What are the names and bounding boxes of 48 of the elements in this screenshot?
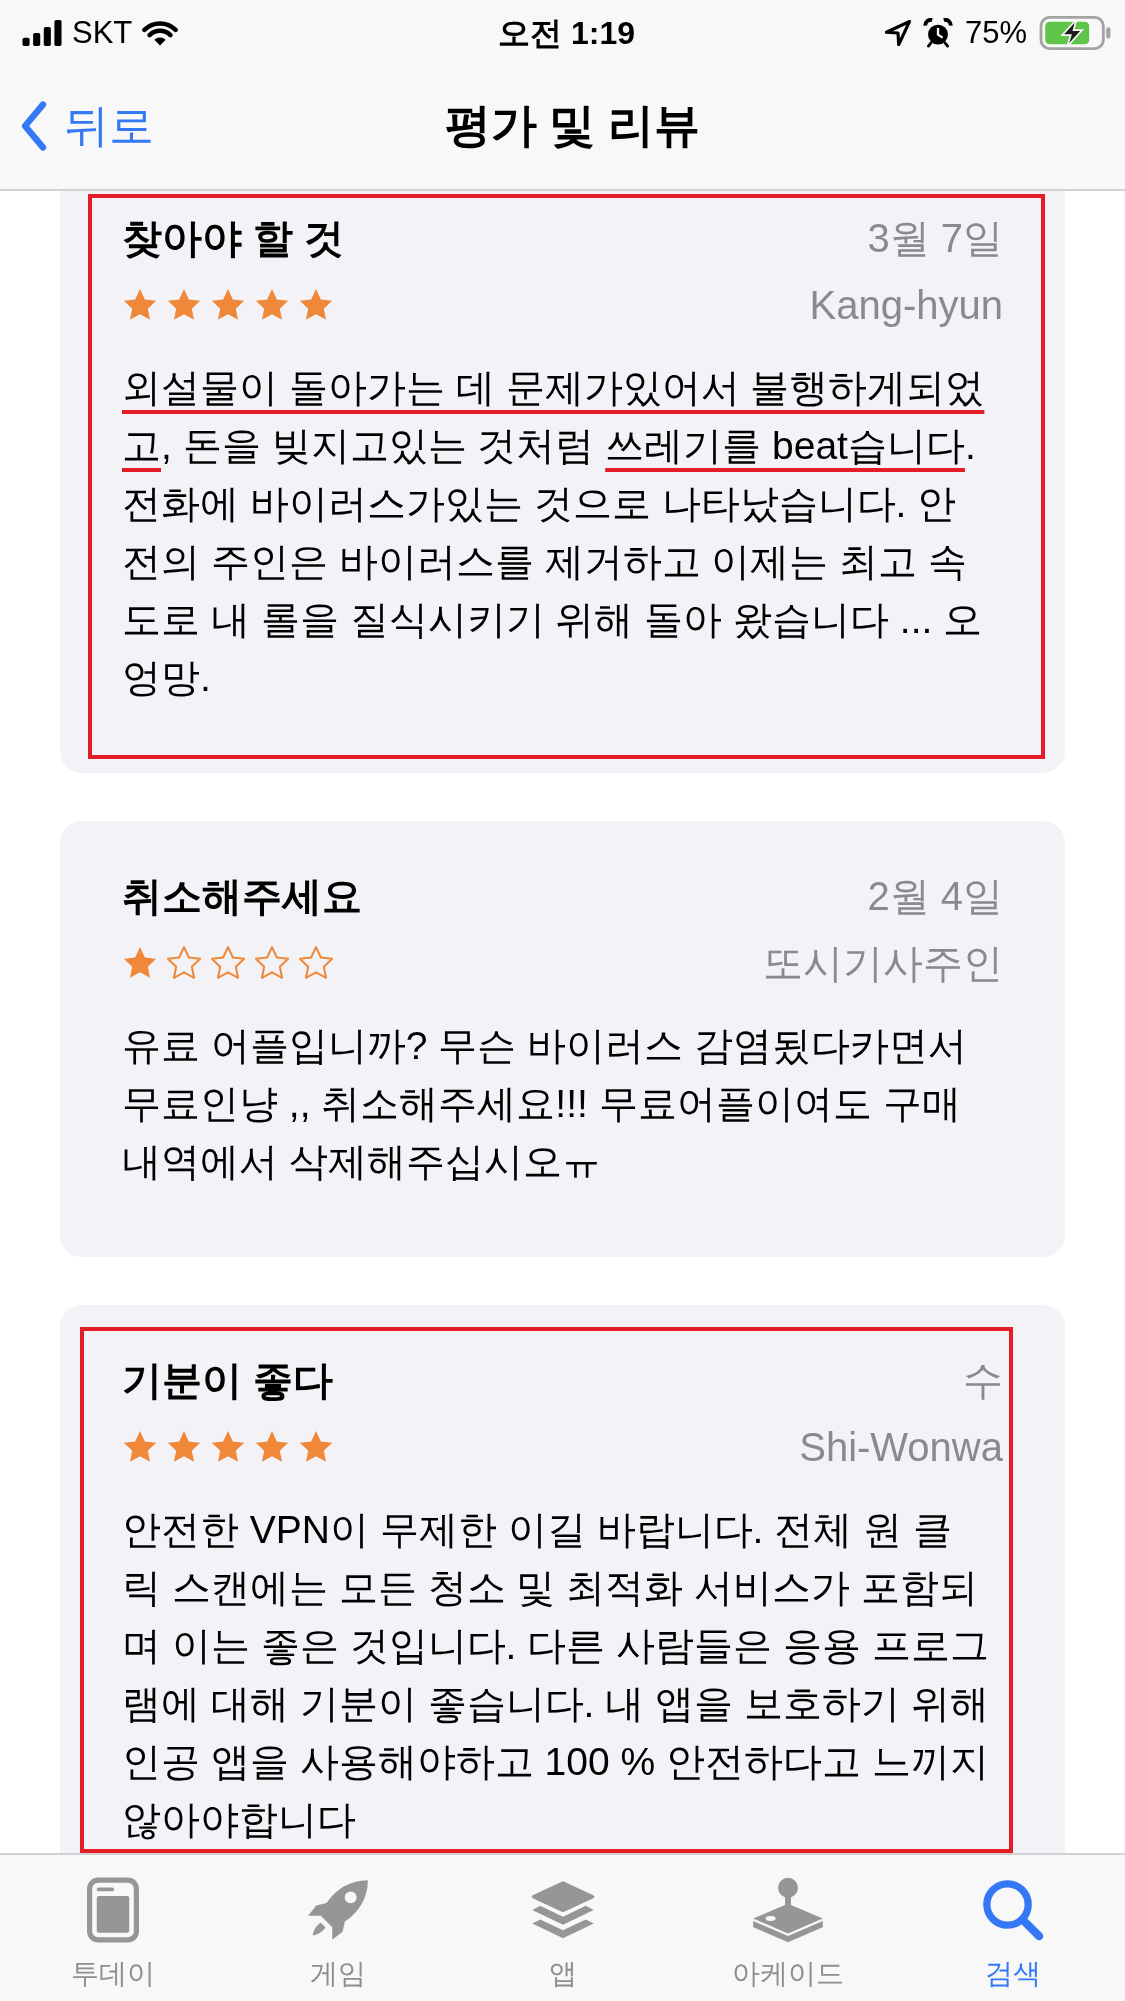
review-author: Kang-hyun <box>809 282 1003 329</box>
review-author: 또시기사주인 <box>763 940 1003 987</box>
star-icon <box>122 287 158 323</box>
review-title: 기분이 좋다 <box>122 1357 334 1404</box>
review-date: 3월 7일 <box>867 215 1003 262</box>
star-outline-icon <box>254 945 290 981</box>
review-date: 수 <box>963 1357 1003 1404</box>
layers-icon <box>529 1881 596 1939</box>
location-arrow-icon <box>884 20 911 46</box>
review-title: 취소해주세요 <box>122 873 362 920</box>
star-outline-icon <box>166 945 202 981</box>
alarm-clock-icon <box>922 18 953 48</box>
tab-button[interactable]: 앱 <box>450 1855 675 2001</box>
star-icon <box>210 1429 246 1465</box>
star-icon <box>166 287 202 323</box>
tab-button[interactable]: 검색 <box>900 1855 1125 2001</box>
review-text: 유료 어플입니까? 무슨 바이러스 감염됬다카면서 무료인냥 ,, 취소해주세요!!! 무료어플이여도 구매내역에서 삭제해주십시오ㅠ <box>122 1023 969 1185</box>
review-text: 안전한 VPN이 무제한 이길 바랍니다. 전체 원 클릭 스캔에는 모든 청소 및 최적화 서비스가 포함되며 이는 좋은 것입니다. 다른 사람들은 응용 프로그램에 대해 기분이 좋습니다. 내 앱을 보호하기 위해 인공 앱을 사용해야하고 100 % 안전하다고 느끼지 않아야합니다 <box>122 1507 989 1843</box>
tab-button[interactable]: 아케이드 <box>675 1855 900 2001</box>
tab-button[interactable]: 게임 <box>225 1855 450 2001</box>
joystick-icon <box>751 1876 824 1944</box>
wifi-icon <box>142 19 179 47</box>
back-button[interactable]: 뒤로 <box>20 98 154 153</box>
review-text: 외설물이 돌아가는 데 문제가있어서 불행하게되었고, 돈을 빚지고있는 것처럼 쓰레기를 beat습니다. 전화에 바이러스가있는 것으로 나타났습니다. 안전의 주인은 바이러스를 제거하고 이제는 최고 속도로 내 롤을 질식시키기 위해 돌아 왔습니다 ... 오 엉망. <box>122 365 986 701</box>
star-outline-icon <box>298 945 334 981</box>
review-author: Shi-Wonwa <box>799 1424 1003 1471</box>
search-icon <box>981 1879 1044 1941</box>
page-icon <box>86 1877 139 1943</box>
star-icon <box>298 287 334 323</box>
signal-icon <box>22 20 62 46</box>
star-icon <box>298 1429 334 1465</box>
star-icon <box>210 287 246 323</box>
clock-time: 오전 1:19 <box>498 14 635 53</box>
battery-percent: 75% <box>964 13 1027 52</box>
chevron-left-icon <box>20 100 48 151</box>
star-outline-icon <box>210 945 246 981</box>
review-date: 2월 4일 <box>867 873 1003 920</box>
star-icon <box>254 287 290 323</box>
star-icon <box>122 1429 158 1465</box>
rocket-icon <box>306 1879 369 1941</box>
tab-button[interactable]: 투데이 <box>0 1855 225 2001</box>
star-icon <box>122 945 158 981</box>
star-icon <box>254 1429 290 1465</box>
star-icon <box>166 1429 202 1465</box>
page-title: 평가 및 리뷰 <box>444 97 701 153</box>
battery-charging-icon <box>1039 16 1111 50</box>
carrier-name: SKT <box>72 13 133 52</box>
review-title: 찾아야 할 것 <box>122 215 345 262</box>
